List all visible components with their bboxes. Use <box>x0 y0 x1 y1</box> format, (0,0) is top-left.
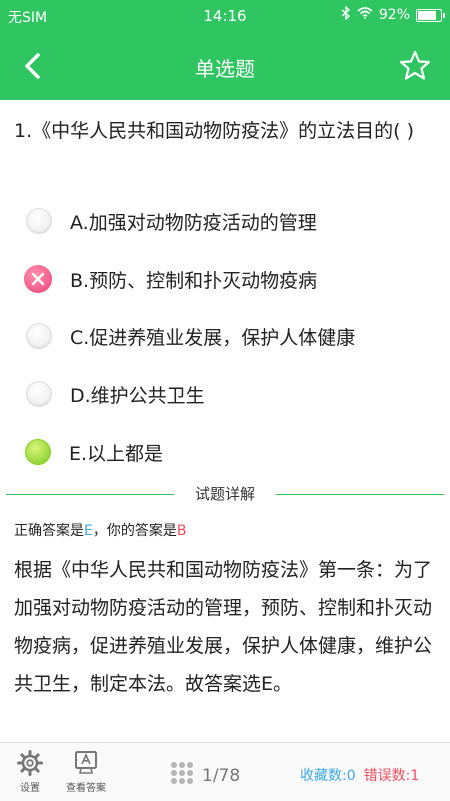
status-bar: 无SIM 14:16 92% <box>0 0 450 32</box>
bluetooth-icon <box>341 5 351 24</box>
page-indicator[interactable]: 1/78 <box>170 761 240 790</box>
star-outline-icon[interactable] <box>398 49 432 83</box>
option-c[interactable]: C.促进养殖业发展，保护人体健康 <box>26 316 426 356</box>
view-answer-button[interactable]: 查看答案 <box>66 749 106 794</box>
radio-unselected-icon <box>26 381 52 407</box>
stats: 收藏数:0 错误数:1 <box>300 765 419 785</box>
option-e[interactable]: E.以上都是 <box>25 432 426 472</box>
option-label: D.维护公共卫生 <box>70 384 205 407</box>
correct-mark-icon <box>25 439 51 465</box>
battery-percent: 92% <box>378 7 410 23</box>
view-answer-label: 查看答案 <box>66 783 106 794</box>
question-text: 1.《中华人民共和国动物防疫法》的立法目的( ) <box>14 120 414 142</box>
option-label: E.以上都是 <box>69 442 164 465</box>
grid-icon <box>170 761 194 790</box>
answer-summary: 正确答案是E，你的答案是B <box>14 520 186 540</box>
option-label: A.加强对动物防疫活动的管理 <box>70 211 317 234</box>
radio-unselected-icon <box>26 323 52 349</box>
option-b[interactable]: B.预防、控制和扑灭动物疫病 <box>24 259 426 299</box>
option-label: B.预防、控制和扑灭动物疫病 <box>70 269 318 292</box>
wifi-icon <box>357 7 373 23</box>
your-answer-letter: B <box>176 523 187 539</box>
option-label: C.促进养殖业发展，保护人体健康 <box>70 326 356 349</box>
correct-answer-prefix: 正确答案是 <box>14 523 84 539</box>
status-indicators: 92% <box>341 5 445 24</box>
detail-divider: 试题详解 <box>6 483 444 505</box>
divider-line-right <box>276 494 444 495</box>
gear-icon <box>16 749 44 777</box>
answer-card-icon <box>66 749 106 777</box>
explanation-text: 根据《中华人民共和国动物防疫法》第一条：为了加强对动物防疫活动的管理，预防、控制… <box>14 559 433 695</box>
radio-unselected-icon <box>26 208 52 234</box>
correct-answer-letter: E <box>84 523 93 539</box>
errors-count[interactable]: 错误数:1 <box>364 765 420 785</box>
page-number: 1/78 <box>202 765 241 786</box>
settings-button[interactable]: 设置 <box>16 749 44 794</box>
favorites-count[interactable]: 收藏数:0 <box>300 765 356 785</box>
nav-bar: 单选题 <box>0 32 450 100</box>
option-a[interactable]: A.加强对动物防疫活动的管理 <box>26 201 426 241</box>
option-d[interactable]: D.维护公共卫生 <box>26 374 426 414</box>
settings-label: 设置 <box>20 783 40 794</box>
your-answer-prefix: ，你的答案是 <box>92 523 177 539</box>
page-title: 单选题 <box>195 57 255 81</box>
battery-icon <box>416 8 445 22</box>
wrong-mark-icon <box>24 265 52 293</box>
bottom-toolbar: 设置 查看答案 1/78 收藏数:0 错误数:1 <box>0 742 450 801</box>
